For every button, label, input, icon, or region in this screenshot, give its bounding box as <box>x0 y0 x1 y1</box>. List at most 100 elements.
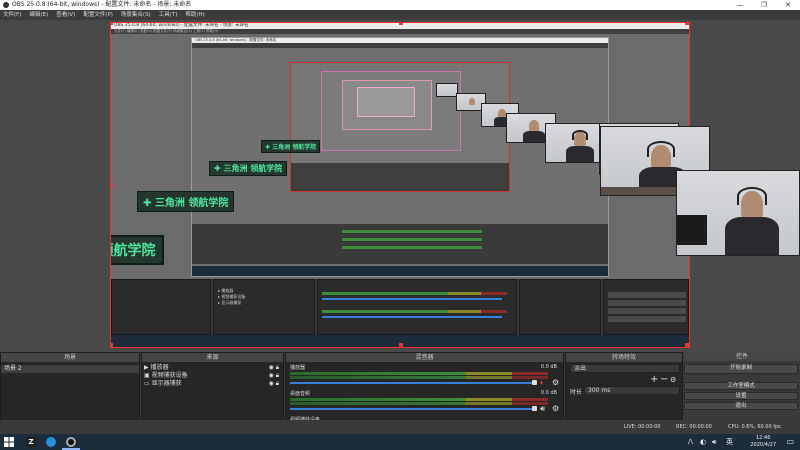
volume-slider[interactable] <box>290 408 535 410</box>
volume-meter <box>290 376 548 379</box>
transition-gear-icon[interactable]: ⚙ <box>670 376 676 384</box>
source-item[interactable]: ▶ 播放器 ◉ 🔒︎ <box>142 364 283 372</box>
monitor-icon: ▭ <box>144 380 152 387</box>
clock-date: 2020/4/27 <box>750 442 776 448</box>
settings-button[interactable]: 设置 <box>684 392 798 400</box>
transition-select[interactable]: 淡出 <box>570 364 680 373</box>
channel-name: 桌面音频 <box>290 391 311 397</box>
rec-status: REC: 00:00:00 <box>676 424 712 430</box>
volume-slider[interactable] <box>290 382 535 384</box>
resize-handle-tr[interactable] <box>685 23 689 25</box>
logo-overlay-small: ✚ 三角洲 领航学院 <box>261 140 321 153</box>
volume-knob[interactable] <box>532 380 537 385</box>
nested-obs-level5 <box>342 80 432 130</box>
channel-name: 播放器 <box>290 365 306 371</box>
camera-feed-medium-1 <box>545 123 605 163</box>
visibility-eye-icon[interactable]: ◉ 🔒︎ <box>269 380 279 388</box>
camera-feed-tiny-1 <box>436 83 458 97</box>
menu-bar: 文件(F) 编辑(E) 查看(V) 配置文件(P) 场景集合(S) 工具(T) 帮助(H) <box>0 10 800 20</box>
volume-meter <box>290 402 548 405</box>
logo-overlay-large: ✚ 三角洲 领航学院 <box>137 191 235 212</box>
menu-file[interactable]: 文件(F) <box>3 12 21 18</box>
nested-docks-3 <box>291 163 509 191</box>
duration-label: 时长 <box>570 389 583 396</box>
volume-knob[interactable] <box>532 406 537 411</box>
title-bar: OBS 25.0.8 (64-bit, windows) - 配置文件: 未命名… <box>0 0 800 10</box>
speaker-muted-icon[interactable]: 🔈︎ <box>540 378 545 388</box>
scene-item[interactable]: 场景 2 <box>1 365 139 373</box>
windows-start-icon[interactable] <box>4 437 14 447</box>
nested-menu-bar-2 <box>192 43 608 48</box>
channel-db: 0.0 dB <box>540 390 557 396</box>
volume-meter <box>290 398 548 401</box>
preview-area: OBS 25.0.8 (64-bit, windows) - 配置文件: 未命名… <box>0 20 800 352</box>
visibility-eye-icon[interactable]: ◉ 🔒︎ <box>269 364 279 372</box>
source-item[interactable]: ▣ 视频捕获设备 ◉ 🔒︎ <box>142 372 283 380</box>
obs-taskbar-icon[interactable] <box>66 437 76 447</box>
transitions-dock-title: 转场特效 <box>566 353 682 362</box>
resize-handle-br[interactable] <box>685 343 689 347</box>
logo-overlay-xlarge: ✚ 三角洲 领航学院 <box>111 235 165 265</box>
sources-list: ▶ 播放器 ◉ 🔒︎ ▣ 视频捕获设备 ◉ 🔒︎ ▭ 显示器捕获 ◉ 🔒︎ <box>142 362 283 421</box>
z-app-icon[interactable]: Z <box>26 437 36 447</box>
source-item[interactable]: ▭ 显示器捕获 ◉ 🔒︎ <box>142 380 283 388</box>
live-status: LIVE: 00:00:00 <box>624 424 661 430</box>
mixer-channel: 桌面音频 0.0 dB 🔊︎ ⚙ <box>288 390 561 418</box>
cpu-status: CPU: 0.6%, 60.00 fps <box>728 424 781 430</box>
tray-chevron-icon[interactable]: ⋀ <box>688 434 693 450</box>
exit-button[interactable]: 退出 <box>684 402 798 410</box>
nested-taskbar-2 <box>192 266 608 276</box>
windows-taskbar: Z ⋀ ◐ 🔊︎ 英 12:46 2020/4/27 ▭ <box>0 434 800 450</box>
menu-profile[interactable]: 配置文件(P) <box>83 12 113 18</box>
scenes-list: 场景 2 <box>1 362 139 421</box>
notification-icon[interactable]: ▭ <box>786 434 794 450</box>
start-recording-button[interactable]: 开始录制 <box>684 364 798 374</box>
menu-tools[interactable]: 工具(T) <box>159 12 178 18</box>
resize-handle-t[interactable] <box>399 23 403 25</box>
lock-icon[interactable]: 🔒︎ <box>276 380 279 387</box>
obs-window: OBS 25.0.8 (64-bit, windows) - 配置文件: 未命名… <box>0 0 800 434</box>
menu-help[interactable]: 帮助(H) <box>185 12 204 18</box>
mixer-channel: 播放器 0.0 dB 🔈︎ ⚙ <box>288 364 561 392</box>
camera-icon: ▣ <box>144 372 152 379</box>
studio-mode-button[interactable]: 工作室模式 <box>684 382 798 390</box>
logo-overlay-medium: ✚ 三角洲 领航学院 <box>209 161 288 176</box>
close-button[interactable]: ✕ <box>776 0 800 10</box>
visibility-eye-icon[interactable]: ◉ 🔒︎ <box>269 372 279 380</box>
speaker-icon[interactable]: 🔊︎ <box>540 404 545 414</box>
gear-icon[interactable]: ⚙ <box>552 404 559 413</box>
tray-network-icon[interactable]: ◐ <box>700 434 706 450</box>
controls-dock-title: 控件 <box>684 352 800 361</box>
menu-view[interactable]: 查看(V) <box>56 12 75 18</box>
gear-icon[interactable]: ⚙ <box>552 378 559 387</box>
tray-language-indicator[interactable]: 英 <box>726 434 733 450</box>
maximize-button[interactable]: ❐ <box>752 0 776 10</box>
status-bar: LIVE: 00:00:00 REC: 00:00:00 CPU: 0.6%, … <box>0 420 800 434</box>
channel-db: 0.0 dB <box>540 364 557 370</box>
nested-docks-1: ▸ 播放器 ▸ 视频捕获设备 ▸ 显示器捕获 <box>111 279 689 335</box>
menu-scene-collection[interactable]: 场景集合(S) <box>121 12 151 18</box>
remove-transition-button[interactable]: − <box>660 374 668 385</box>
minimize-button[interactable]: — <box>728 0 752 10</box>
nested-menu-bar: 文件(F) 编辑(E) 查看(V) 配置文件(P) 场景集合(S) 工具(T) … <box>111 29 689 34</box>
obs-app-icon <box>3 2 9 8</box>
taskbar-clock[interactable]: 12:46 2020/4/27 <box>750 435 776 449</box>
lock-icon[interactable]: 🔒︎ <box>276 372 279 379</box>
nested-obs-level6 <box>357 87 415 117</box>
duration-input[interactable]: 300 ms <box>584 386 680 395</box>
resize-handle-l[interactable] <box>111 183 113 187</box>
add-transition-button[interactable]: + <box>650 374 658 385</box>
menu-edit[interactable]: 编辑(E) <box>29 12 48 18</box>
tray-volume-icon[interactable]: 🔊︎ <box>712 434 716 450</box>
nested-obs-level3 <box>290 62 510 192</box>
mixer-dock-title: 混音器 <box>286 353 563 362</box>
resize-handle-tl[interactable] <box>111 23 113 25</box>
clock-time: 12:46 <box>755 435 771 441</box>
resize-handle-bl[interactable] <box>111 343 113 347</box>
nested-docks-2 <box>192 224 608 264</box>
camera-feed-large-2 <box>676 170 800 256</box>
resize-handle-b[interactable] <box>399 343 403 347</box>
edge-browser-icon[interactable] <box>46 437 56 447</box>
sources-dock-title: 来源 <box>142 353 283 362</box>
lock-icon[interactable]: 🔒︎ <box>276 364 279 371</box>
